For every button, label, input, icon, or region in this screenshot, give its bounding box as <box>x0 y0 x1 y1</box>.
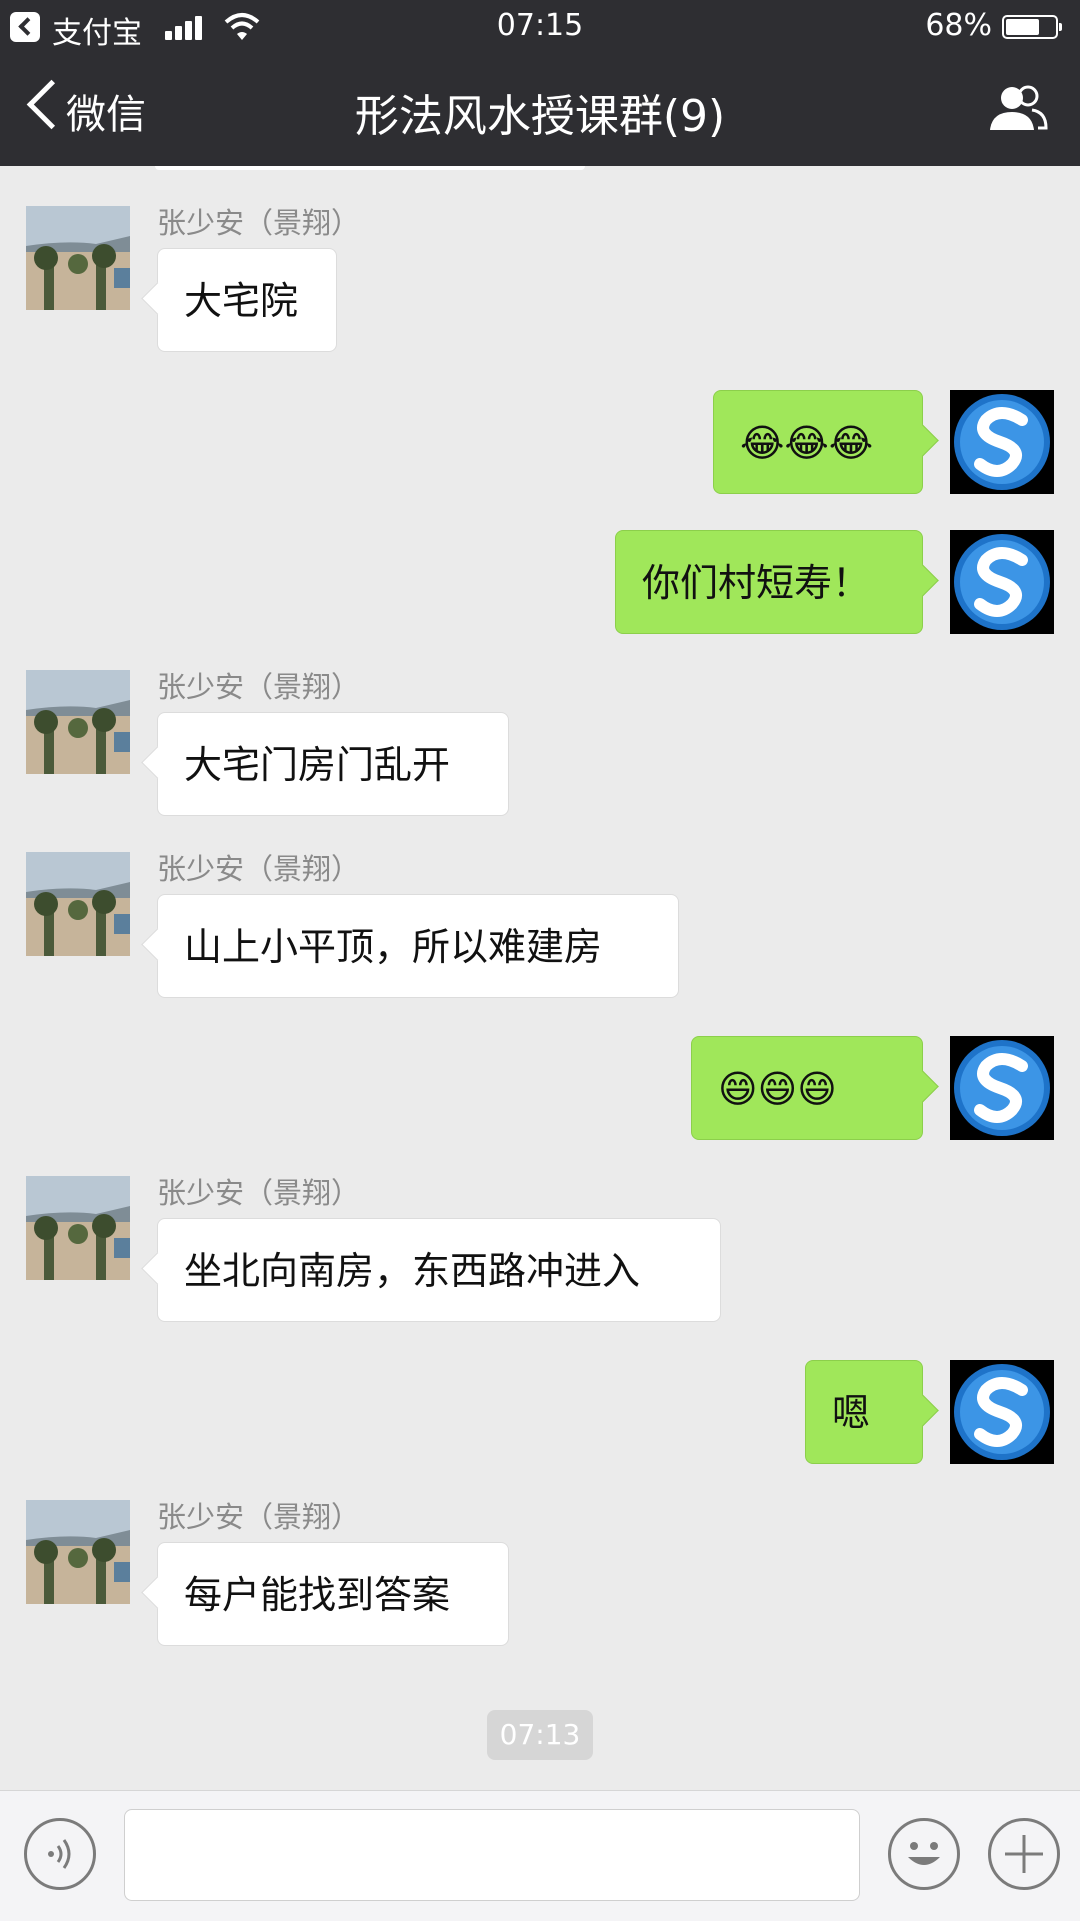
message-list[interactable]: 张少安（景翔） 大宅院 😂😂😂 你们村短寿！ 张少安（景翔） 大宅门房门乱开 张少安（景翔）… <box>0 166 1080 1790</box>
more-button[interactable] <box>988 1818 1060 1890</box>
message-bubble[interactable]: 嗯 <box>805 1360 923 1464</box>
message-text: 😄😄😄 <box>718 1067 837 1111</box>
message-bubble[interactable]: 😄😄😄 <box>691 1036 923 1140</box>
message-timestamp: 07:13 <box>487 1710 593 1760</box>
message-text: 嗯 <box>832 1391 871 1435</box>
avatar[interactable] <box>950 1036 1054 1140</box>
message-text: 大宅院 <box>184 279 299 323</box>
message-text: 大宅门房门乱开 <box>184 743 451 787</box>
plus-icon <box>1005 1835 1043 1873</box>
avatar[interactable] <box>26 1500 130 1604</box>
message-bubble[interactable]: 每户能找到答案 <box>157 1542 509 1646</box>
avatar[interactable] <box>26 852 130 956</box>
avatar[interactable] <box>26 206 130 310</box>
avatar[interactable] <box>950 390 1054 494</box>
status-bar: 支付宝 07:15 68% <box>0 0 1080 54</box>
voice-button[interactable] <box>24 1818 96 1890</box>
previous-message-edge <box>155 166 585 170</box>
battery-icon <box>1002 15 1062 39</box>
avatar[interactable] <box>26 670 130 774</box>
emoji-icon <box>908 1842 940 1865</box>
avatar[interactable] <box>950 530 1054 634</box>
emoji-button[interactable] <box>888 1818 960 1890</box>
sender-name: 张少安（景翔） <box>157 206 361 240</box>
chat-header: 微信 形法风水授课群(9) <box>0 54 1080 166</box>
message-bubble[interactable]: 😂😂😂 <box>713 390 923 494</box>
voice-icon <box>48 1839 71 1869</box>
message-text: 每户能找到答案 <box>184 1573 451 1617</box>
chat-title: 形法风水授课群(9) <box>354 91 726 142</box>
message-text: 你们村短寿！ <box>642 561 871 605</box>
sender-name: 张少安（景翔） <box>157 670 361 704</box>
sender-name: 张少安（景翔） <box>157 1500 361 1534</box>
avatar[interactable] <box>950 1360 1054 1464</box>
status-time: 07:15 <box>496 8 584 43</box>
message-text: 山上小平顶，所以难建房 <box>184 925 603 969</box>
message-text: 😂😂😂 <box>740 421 874 465</box>
message-input[interactable] <box>124 1809 860 1901</box>
message-bubble[interactable]: 坐北向南房，东西路冲进入 <box>157 1218 721 1322</box>
sender-name: 张少安（景翔） <box>157 1176 361 1210</box>
avatar[interactable] <box>26 1176 130 1280</box>
message-bubble[interactable]: 大宅院 <box>157 248 337 352</box>
input-bar <box>0 1790 1080 1921</box>
battery-percent: 68% <box>925 8 992 43</box>
message-bubble[interactable]: 山上小平顶，所以难建房 <box>157 894 679 998</box>
message-bubble[interactable]: 大宅门房门乱开 <box>157 712 509 816</box>
group-members-icon[interactable] <box>988 84 1048 136</box>
message-bubble[interactable]: 你们村短寿！ <box>615 530 923 634</box>
message-text: 坐北向南房，东西路冲进入 <box>184 1249 641 1293</box>
sender-name: 张少安（景翔） <box>157 852 361 886</box>
